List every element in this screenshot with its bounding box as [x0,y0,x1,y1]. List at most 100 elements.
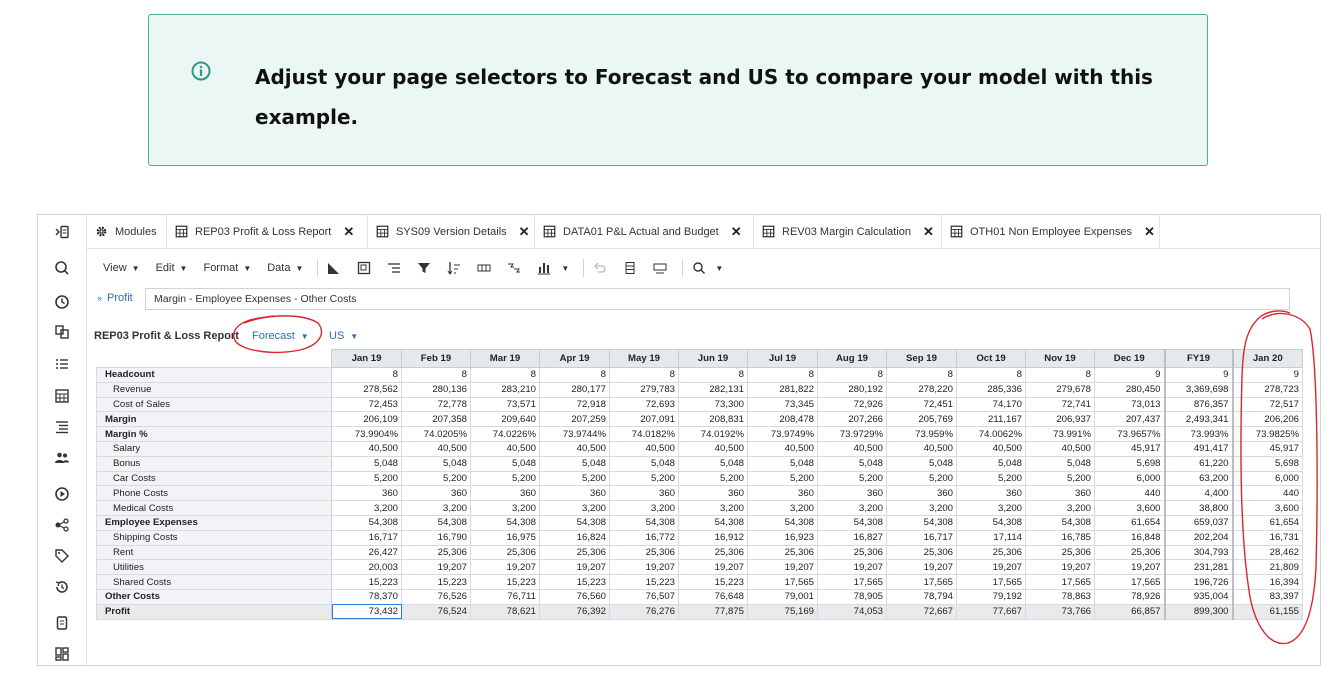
column-header[interactable]: Mar 19 [470,349,540,368]
grid-cell[interactable]: 25,306 [539,544,610,561]
grid-cell[interactable]: 5,048 [331,455,402,472]
search-icon[interactable] [50,256,74,280]
formula-bar[interactable]: Margin - Employee Expenses - Other Costs [145,288,1290,310]
column-header[interactable]: Dec 19 [1094,349,1165,368]
close-icon[interactable]: ✕ [343,224,354,240]
grid-cell[interactable]: 76,507 [609,588,679,605]
grid-cell[interactable]: 16,827 [817,529,887,546]
row-label[interactable]: Rent [96,544,332,561]
grid-cell[interactable]: 17,565 [747,574,818,590]
grid-cell[interactable]: 76,392 [539,603,610,620]
grid-cell[interactable]: 8 [401,367,471,383]
grid-cell[interactable]: 19,207 [747,559,818,576]
grid-cell[interactable]: 5,200 [817,470,887,487]
grid-cell[interactable]: 6,000 [1094,470,1165,487]
freeze-icon[interactable] [356,260,372,276]
grid-cell[interactable]: 73.9657% [1094,426,1165,442]
grid-cell[interactable]: 40,500 [886,440,957,457]
grid-cell[interactable]: 4,400 [1163,485,1233,502]
grid-cell[interactable]: 73.9729% [817,426,887,442]
row-label[interactable]: Employee Expenses [96,514,332,531]
grid-cell[interactable]: 280,192 [817,381,887,398]
grid-cell[interactable]: 40,500 [1025,440,1095,457]
grid-cell[interactable]: 40,500 [956,440,1026,457]
grid-cell[interactable]: 73.991% [1025,426,1095,442]
grid-cell[interactable]: 25,306 [817,544,887,561]
grid-cell[interactable]: 211,167 [956,411,1026,428]
play-icon[interactable] [50,482,74,506]
search-dropdown-icon[interactable]: ▼ [710,264,723,273]
close-icon[interactable]: ✕ [1144,224,1155,240]
grid-cell[interactable]: 279,678 [1025,381,1095,398]
grid-cell[interactable]: 207,259 [539,411,610,428]
grid-cell[interactable]: 25,306 [886,544,957,561]
view-menu[interactable]: View ▼ [103,262,140,274]
edit-menu[interactable]: Edit ▼ [156,262,188,274]
users-icon[interactable] [50,446,74,470]
grid-cell[interactable]: 19,207 [401,559,471,576]
search-icon[interactable] [691,260,707,276]
grid-cell[interactable]: 54,308 [609,514,679,531]
grid-cell[interactable]: 5,048 [956,455,1026,472]
grid-cell[interactable]: 5,048 [678,455,748,472]
grid-cell[interactable]: 63,200 [1163,470,1233,487]
grid-cell[interactable]: 6,000 [1231,470,1303,487]
row-label[interactable]: Shared Costs [96,574,332,590]
grid-cell[interactable]: 280,136 [401,381,471,398]
sort-icon[interactable] [446,260,462,276]
grid-cell[interactable]: 40,500 [747,440,818,457]
grid-cell[interactable]: 16,923 [747,529,818,546]
grid-cell[interactable]: 74.0192% [678,426,748,442]
row-label[interactable]: Margin [96,411,332,428]
row-label[interactable]: Other Costs [96,588,332,605]
grid-cell[interactable]: 5,048 [747,455,818,472]
profit-context-chip[interactable]: » Profit [97,292,133,304]
grid-cell[interactable]: 20,003 [331,559,402,576]
grid-cell[interactable]: 360 [678,485,748,502]
grid-cell[interactable]: 73,432 [331,603,402,620]
grid-cell[interactable]: 15,223 [539,574,610,590]
row-label[interactable]: Revenue [96,381,332,398]
grid-cell[interactable]: 54,308 [1025,514,1095,531]
grid-cell[interactable]: 3,200 [609,500,679,516]
grid-cell[interactable]: 8 [747,367,818,383]
grid-cell[interactable]: 360 [747,485,818,502]
clock-icon[interactable] [50,290,74,314]
grid-cell[interactable]: 15,223 [678,574,748,590]
grid-cell[interactable]: 360 [539,485,610,502]
module-grid-icon[interactable] [50,384,74,408]
grid-cell[interactable]: 61,654 [1094,514,1165,531]
hierarchy-list-icon[interactable] [50,415,74,439]
grid-cell[interactable]: 206,937 [1025,411,1095,428]
grid-cell[interactable]: 19,207 [1025,559,1095,576]
column-header[interactable]: Oct 19 [956,349,1026,368]
grid-cell[interactable]: 360 [401,485,471,502]
grid-cell[interactable]: 5,200 [539,470,610,487]
grid-cell[interactable]: 54,308 [747,514,818,531]
grid-cell[interactable]: 935,004 [1163,588,1233,605]
grid-cell[interactable]: 54,308 [401,514,471,531]
grid-cell[interactable]: 19,207 [678,559,748,576]
grid-cell[interactable]: 8 [609,367,679,383]
grid-cell[interactable]: 16,790 [401,529,471,546]
grid-cell[interactable]: 54,308 [886,514,957,531]
grid-options-icon[interactable] [476,260,492,276]
grid-cell[interactable]: 74.0205% [401,426,471,442]
grid-cell[interactable]: 78,905 [817,588,887,605]
grid-cell[interactable]: 5,200 [747,470,818,487]
grid-cell[interactable]: 73.993% [1163,426,1233,442]
column-header[interactable]: Jan 20 [1231,349,1303,368]
grid-cell[interactable]: 76,648 [678,588,748,605]
grid-cell[interactable]: 21,809 [1231,559,1303,576]
grid-cell[interactable]: 73,300 [678,396,748,413]
share-icon[interactable] [50,513,74,537]
grid-cell[interactable]: 61,654 [1231,514,1303,531]
grid-cell[interactable]: 205,769 [886,411,957,428]
tab-oth01-non-employee-expenses[interactable]: OTH01 Non Employee Expenses ✕ [942,215,1160,248]
grid-cell[interactable]: 19,207 [886,559,957,576]
grid-cell[interactable]: 360 [956,485,1026,502]
grid-cell[interactable]: 25,306 [1094,544,1165,561]
grid-cell[interactable]: 5,048 [1025,455,1095,472]
grid-cell[interactable]: 16,772 [609,529,679,546]
grid-cell[interactable]: 72,778 [401,396,471,413]
